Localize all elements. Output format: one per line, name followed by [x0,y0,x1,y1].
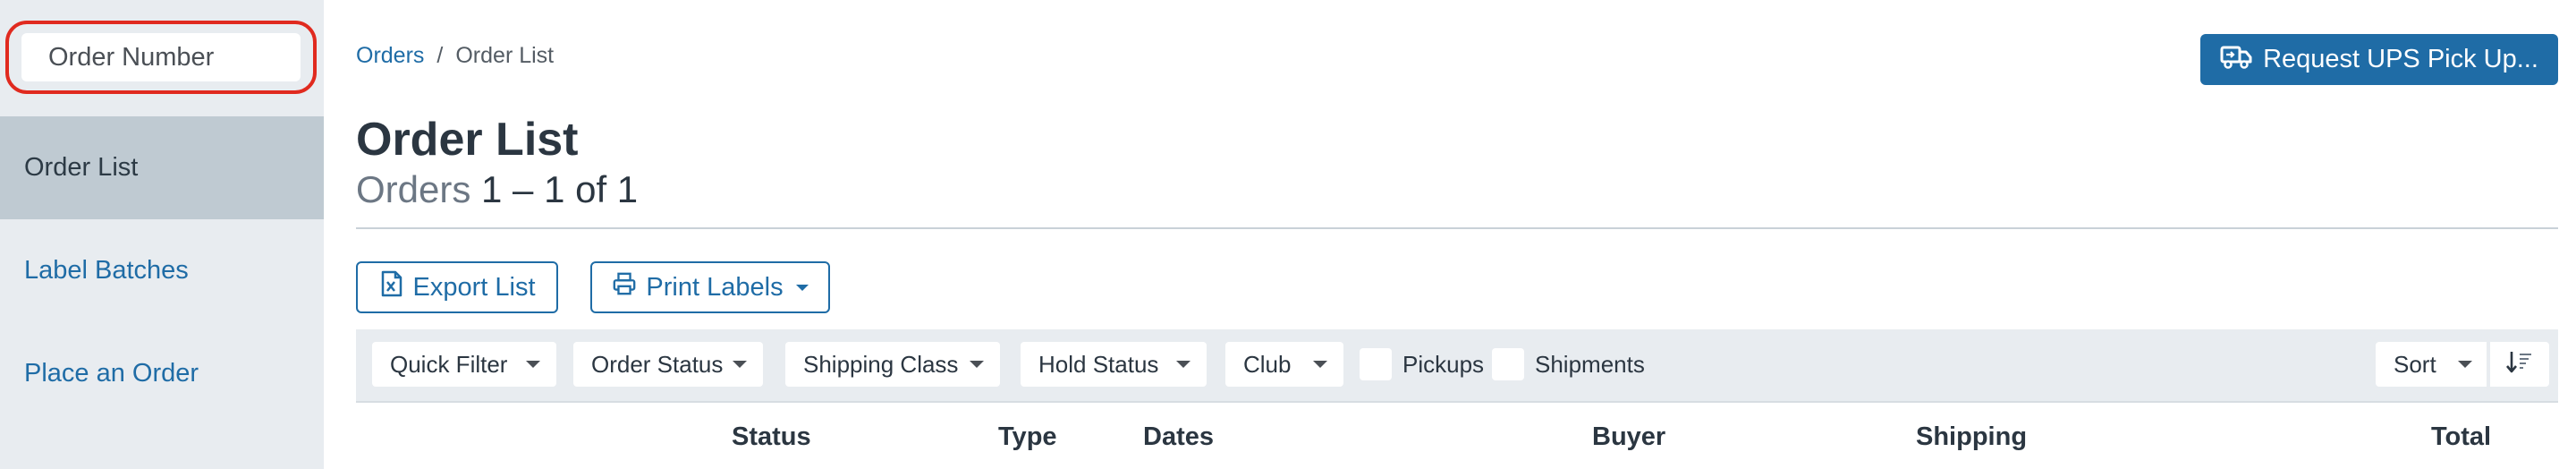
pickups-checkbox[interactable] [1360,348,1392,380]
sidebar-item-label: Place an Order [24,359,199,388]
caret-down-icon [2458,361,2472,368]
quick-filter-label: Quick Filter [390,350,508,378]
request-ups-pickup-label: Request UPS Pick Up... [2263,45,2538,73]
column-header-total[interactable]: Total [2431,422,2491,452]
export-list-label: Export List [412,272,536,302]
print-labels-dropdown-button[interactable]: Print Labels [590,261,830,313]
chevron-down-icon [795,284,809,291]
caret-down-icon [1176,361,1191,368]
breadcrumb-current: Order List [455,43,555,68]
caret-down-icon [1313,361,1327,368]
page-title: Order List [356,114,579,166]
shipping-class-select[interactable]: Shipping Class [785,342,1000,387]
sidebar: Order List Label Batches Place an Order [0,0,324,469]
sort-direction-button[interactable] [2488,342,2549,387]
sidebar-item-label: Order List [24,153,139,182]
shipping-class-label: Shipping Class [803,350,959,378]
caret-down-icon [733,361,747,368]
sidebar-item-label: Label Batches [24,256,189,285]
pickups-label: Pickups [1402,350,1485,378]
pickups-filter[interactable]: Pickups [1360,342,1484,387]
printer-icon [612,270,637,304]
order-status-label: Order Status [591,350,724,378]
title-divider [356,227,2558,229]
sort-select[interactable]: Sort [2376,342,2487,387]
caret-down-icon [526,361,540,368]
hold-status-select[interactable]: Hold Status [1021,342,1207,387]
breadcrumb-orders-link[interactable]: Orders [356,43,424,68]
quick-filter-select[interactable]: Quick Filter [372,342,556,387]
export-list-button[interactable]: Export List [356,261,558,313]
sidebar-item-label-batches[interactable]: Label Batches [0,219,324,322]
caret-down-icon [970,361,984,368]
search-highlight-ring [5,21,317,94]
print-labels-label: Print Labels [646,272,784,302]
file-excel-icon [379,270,404,304]
breadcrumb: Orders / Order List [356,43,554,69]
hold-status-label: Hold Status [1038,350,1159,378]
column-header-shipping[interactable]: Shipping [1916,422,2027,452]
club-label: Club [1243,350,1292,378]
orders-table-header: Status Type Dates Buyer Shipping Total [356,401,2558,469]
order-count-prefix: Orders [356,168,471,210]
shipments-checkbox[interactable] [1492,348,1524,380]
sidebar-item-place-an-order[interactable]: Place an Order [0,322,324,425]
shipments-filter[interactable]: Shipments [1492,342,1645,387]
column-header-buyer[interactable]: Buyer [1592,422,1665,452]
order-status-select[interactable]: Order Status [573,342,763,387]
column-header-type[interactable]: Type [998,422,1057,452]
order-count: Orders 1 – 1 of 1 [356,168,638,211]
sidebar-item-order-list[interactable]: Order List [0,116,324,219]
breadcrumb-separator: / [436,43,444,68]
order-number-search-input[interactable] [21,33,301,81]
request-ups-pickup-button[interactable]: Request UPS Pick Up... [2200,34,2558,85]
truck-icon [2220,43,2252,77]
sort-label: Sort [2394,350,2436,378]
column-header-status[interactable]: Status [732,422,811,452]
shipments-label: Shipments [1535,350,1645,378]
filter-bar: Quick Filter Order Status Shipping Class… [356,329,2558,401]
sort-descending-icon [2504,349,2535,380]
order-count-range: 1 – 1 of 1 [481,168,639,210]
club-select[interactable]: Club [1225,342,1343,387]
column-header-dates[interactable]: Dates [1143,422,1214,452]
